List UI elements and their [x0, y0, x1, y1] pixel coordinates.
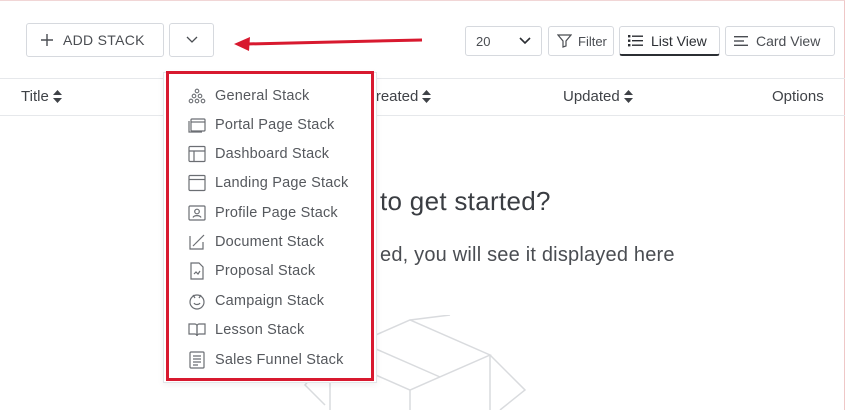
menu-item-proposal-stack[interactable]: Proposal Stack [188, 262, 315, 280]
menu-item-portal-page-stack[interactable]: Portal Page Stack [188, 116, 334, 134]
card-view-icon [734, 36, 748, 46]
campaign-icon [189, 294, 205, 310]
empty-state-subtitle: ed, you will see it displayed here [380, 244, 675, 266]
menu-item-general-stack[interactable]: General Stack [188, 87, 309, 105]
empty-state-title: to get started? [380, 186, 551, 216]
menu-item-document-stack[interactable]: Document Stack [188, 233, 324, 251]
filter-button[interactable]: Filter [548, 26, 614, 56]
menu-item-campaign-stack[interactable]: Campaign Stack [188, 292, 324, 310]
add-stack-button[interactable]: ADD STACK [26, 23, 164, 57]
menu-item-label: Profile Page Stack [215, 205, 338, 221]
list-view-label: List View [651, 32, 707, 49]
plus-icon [41, 34, 53, 46]
stack-type-menu: General Stack Portal Page Stack Dashboar… [163, 72, 377, 383]
column-updated[interactable]: Updated [563, 88, 633, 105]
menu-item-dashboard-stack[interactable]: Dashboard Stack [188, 145, 329, 163]
menu-item-label: General Stack [215, 88, 310, 104]
list-view-button[interactable]: List View [619, 26, 720, 56]
page-size-value: 20 [476, 33, 491, 49]
filter-label: Filter [578, 33, 607, 49]
table-header: Title Created Updated Options [0, 78, 845, 116]
menu-item-sales-funnel-stack[interactable]: Sales Funnel Stack [188, 351, 344, 369]
menu-item-label: Document Stack [215, 234, 325, 250]
lesson-icon [188, 323, 206, 337]
list-icon [628, 35, 643, 47]
menu-item-landing-page-stack[interactable]: Landing Page Stack [188, 174, 348, 192]
column-options-label: Options [772, 88, 824, 105]
column-title-label: Title [21, 88, 49, 105]
chevron-down-icon [519, 37, 531, 45]
profile-page-icon [188, 205, 206, 221]
add-stack-label: ADD STACK [63, 32, 145, 48]
menu-item-label: Dashboard Stack [215, 146, 330, 162]
sort-icon [52, 90, 62, 103]
menu-item-label: Proposal Stack [215, 263, 316, 279]
menu-item-label: Sales Funnel Stack [215, 352, 344, 368]
annotation-arrow [234, 37, 423, 51]
menu-item-profile-page-stack[interactable]: Profile Page Stack [188, 204, 338, 222]
card-view-label: Card View [756, 33, 821, 49]
add-stack-dropdown-toggle[interactable] [169, 23, 214, 57]
portal-page-icon [188, 118, 206, 133]
menu-item-label: Landing Page Stack [215, 175, 349, 191]
column-title[interactable]: Title [21, 88, 62, 105]
menu-item-lesson-stack[interactable]: Lesson Stack [188, 321, 304, 339]
sort-icon [623, 90, 633, 103]
filter-icon [557, 34, 572, 48]
menu-item-label: Campaign Stack [215, 293, 325, 309]
landing-page-icon [188, 174, 206, 192]
column-updated-label: Updated [563, 88, 620, 105]
sort-icon [422, 90, 432, 103]
sales-funnel-icon [189, 351, 205, 369]
card-view-button[interactable]: Card View [725, 26, 835, 56]
column-options: Options [772, 88, 824, 105]
page-size-select[interactable]: 20 [465, 26, 542, 56]
dashboard-icon [188, 145, 206, 163]
document-icon [189, 234, 205, 250]
chevron-down-icon [186, 36, 197, 43]
general-stack-icon [188, 88, 206, 104]
menu-item-label: Portal Page Stack [215, 117, 335, 133]
proposal-icon [190, 262, 204, 280]
menu-item-label: Lesson Stack [215, 322, 305, 338]
